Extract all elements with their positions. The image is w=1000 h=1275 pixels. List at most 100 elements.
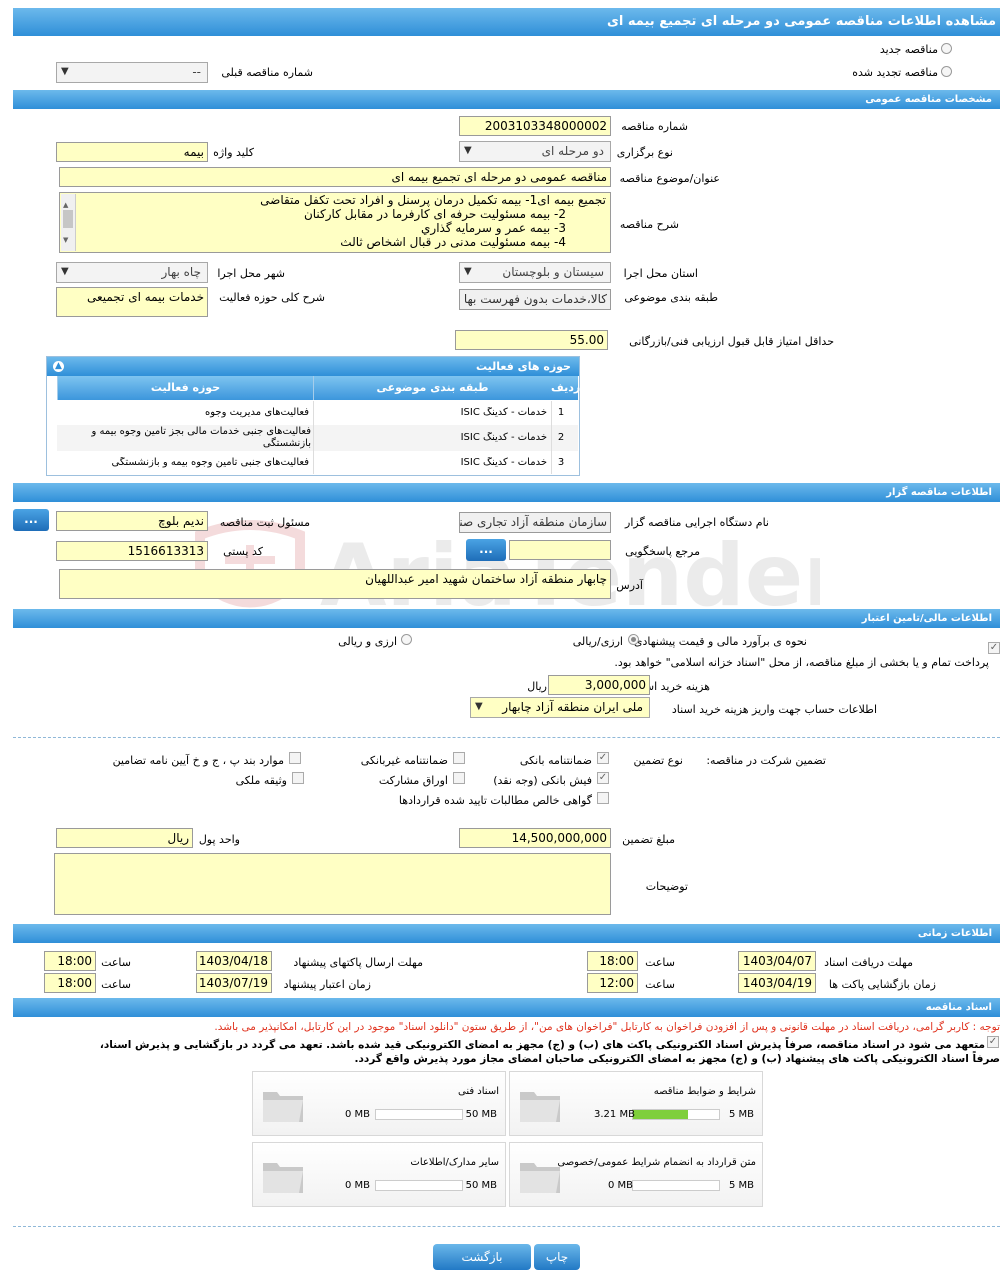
table-row[interactable]: فعالیت‌های جنبی خدمات مالی بجز تامین وجو… (57, 425, 578, 452)
regulation-items-checkbox[interactable] (289, 752, 301, 764)
ref-label: مرجع پاسخگویی (625, 545, 700, 558)
doc-tile-terms[interactable]: شرایط و ضوابط مناقصه 5 MB 3.21 MB (509, 1071, 763, 1136)
province-select[interactable]: سیستان و بلوچستان ▼ (459, 262, 611, 283)
description-scrollbar[interactable]: ▲ ▼ (61, 194, 76, 251)
ref-lookup-button[interactable]: ... (466, 539, 506, 561)
back-button[interactable]: بازگشت (433, 1244, 531, 1270)
new-tender-radio[interactable] (941, 43, 952, 54)
cell-field: فعالیت‌های مدیریت وجوه (205, 407, 309, 418)
scroll-thumb[interactable] (63, 210, 73, 228)
doc-tile-current: 0 MB (608, 1180, 634, 1191)
collapse-icon[interactable]: ▲ (53, 361, 64, 372)
doc-fee-unit: ریال (527, 680, 547, 693)
time-label: ساعت (645, 956, 675, 969)
doc-deadline-time[interactable]: 18:00 (587, 951, 638, 971)
rial-option-label: ارزی/ریالی (572, 635, 623, 648)
prev-tender-label: شماره مناقصه قبلی (221, 66, 313, 79)
rial-option-radio[interactable] (628, 634, 639, 645)
partnership-bonds-label: اوراق مشارکت (378, 774, 448, 787)
bank-guarantee-checkbox[interactable]: ✓ (597, 752, 609, 764)
cell-category: خدمات - کدینگ ISIC (460, 432, 547, 443)
submit-deadline-date[interactable]: 1403/04/18 (196, 951, 272, 971)
fx-option-radio[interactable] (401, 634, 412, 645)
doc-tile-progress-fill (633, 1110, 689, 1119)
registrar-label: مسئول ثبت مناقصه (219, 516, 310, 529)
description-textarea[interactable]: تجمیع بیمه ای1- بیمه تکمیل درمان پرسنل و… (59, 192, 611, 253)
amount-field[interactable]: 14,500,000,000 (459, 828, 611, 848)
validity-date[interactable]: 1403/07/19 (196, 973, 272, 993)
category-field[interactable]: کالا،خدمات بدون فهرست بها (459, 289, 611, 310)
doc-tile-technical[interactable]: اسناد فنی 50 MB 0 MB (252, 1071, 506, 1136)
chevron-down-icon: ▼ (464, 145, 472, 156)
partnership-bonds-checkbox[interactable] (453, 772, 465, 784)
chevron-down-icon: ▼ (475, 701, 483, 712)
divider (13, 1226, 1000, 1227)
account-select[interactable]: ملی ایران منطقه آزاد چابهار ▼ (470, 697, 650, 718)
opening-time[interactable]: 12:00 (587, 973, 638, 993)
doc-tile-max: 5 MB (728, 1180, 754, 1191)
subject-field[interactable]: مناقصه عمومی دو مرحله ای تجمیع بیمه ای (59, 167, 611, 187)
min-score-label: حداقل امتیاز قابل قبول ارزیابی فنی/بازرگ… (629, 335, 834, 348)
col-header-field[interactable]: حوزه فعالیت (57, 376, 313, 400)
scope-field[interactable]: خدمات بیمه ای تجمیعی (56, 287, 208, 317)
ref-field[interactable] (509, 540, 611, 560)
table-row[interactable]: فعالیت‌های جنبی تامین وجوه بیمه و بازنشس… (57, 451, 578, 474)
commit-checkbox[interactable]: ✓ (987, 1036, 999, 1048)
tender-no-field[interactable]: 2003103348000002 (459, 116, 611, 136)
organizer-section-header: اطلاعات مناقصه گزار (13, 483, 1000, 502)
property-collateral-checkbox[interactable] (292, 772, 304, 784)
notes-textarea[interactable] (54, 853, 611, 915)
description-line: 3- بیمه عمر و سرمایه گذاري (421, 221, 566, 235)
property-collateral-label: وثیقه ملکی (235, 774, 287, 787)
cash-receipt-label: فیش بانکی (وجه نقد) (493, 774, 592, 787)
currency-field[interactable]: ریال (56, 828, 193, 848)
min-score-field[interactable]: 55.00 (455, 330, 608, 350)
bank-guarantee-label: ضمانتنامه بانکی (519, 754, 592, 767)
cell-row: 1 (557, 407, 565, 418)
validity-label: زمان اعتبار پیشنهاد (283, 978, 371, 991)
address-field[interactable]: چابهار منطقه آزاد ساختمان شهید امیر عبدا… (59, 569, 611, 599)
scroll-down-icon: ▼ (63, 236, 69, 244)
net-claims-checkbox[interactable] (597, 792, 609, 804)
time-label: ساعت (645, 978, 675, 991)
fx-option-label: ارزی و ریالی (338, 635, 397, 648)
org-field[interactable]: سازمان منطقه آزاد تجاری صنعتی چابهار (459, 512, 611, 533)
cell-field: فعالیت‌های جنبی خدمات مالی بجز تامین وجو… (91, 426, 311, 449)
registrar-lookup-button[interactable]: ... (13, 509, 49, 531)
doc-tile-other[interactable]: سایر مدارک/اطلاعات 50 MB 0 MB (252, 1142, 506, 1207)
col-header-category[interactable]: طبقه بندی موضوعی (313, 376, 551, 400)
opening-date[interactable]: 1403/04/19 (738, 973, 816, 993)
prev-tender-select[interactable]: -- ▼ (56, 62, 208, 83)
print-button[interactable]: چاپ (534, 1244, 580, 1270)
doc-deadline-date[interactable]: 1403/04/07 (738, 951, 816, 971)
city-select[interactable]: چاه بهار ▼ (56, 262, 208, 283)
type-select[interactable]: دو مرحله ای ▼ (459, 141, 611, 162)
nonbank-guarantee-checkbox[interactable] (453, 752, 465, 764)
keyword-field[interactable]: بیمه (56, 142, 208, 162)
doc-fee-field[interactable]: 3,000,000 (548, 675, 650, 695)
doc-tile-max: 50 MB (465, 1109, 497, 1120)
renewed-tender-radio[interactable] (941, 66, 952, 77)
doc-tile-name: سایر مدارک/اطلاعات (410, 1157, 499, 1168)
description-line: تجمیع بیمه ای1- بیمه تکمیل درمان پرسنل و… (260, 193, 606, 207)
treasury-checkbox[interactable]: ✓ (988, 642, 1000, 654)
timing-section-header: اطلاعات زمانی (13, 924, 1000, 943)
doc-tile-name: شرایط و ضوابط مناقصه (653, 1086, 756, 1097)
cash-receipt-checkbox[interactable]: ✓ (597, 772, 609, 784)
participation-label: تضمین شرکت در مناقصه: (706, 754, 826, 767)
doc-tile-name: متن قرارداد به انضمام شرایط عمومی/خصوصی (557, 1157, 756, 1168)
doc-tile-contract[interactable]: متن قرارداد به انضمام شرایط عمومی/خصوصی … (509, 1142, 763, 1207)
postal-field[interactable]: 1516613313 (56, 541, 208, 561)
nonbank-guarantee-label: ضمانتنامه غیربانکی (360, 754, 448, 767)
doc-tile-current: 0 MB (345, 1109, 371, 1120)
validity-time[interactable]: 18:00 (44, 973, 96, 993)
download-notice: توجه : کاربر گرامی، دریافت اسناد در مهلت… (214, 1021, 1000, 1033)
activity-grid: حوزه های فعالیت ▲ حوزه فعالیت طبقه بندی … (46, 356, 580, 476)
doc-deadline-label: مهلت دریافت اسناد (824, 956, 913, 969)
col-header-row[interactable]: ردیف (551, 376, 580, 400)
regulation-items-label: موارد بند پ ، ج و خ آیین نامه تضامین (112, 754, 284, 767)
submit-deadline-time[interactable]: 18:00 (44, 951, 96, 971)
table-row[interactable]: فعالیت‌های مدیریت وجوه خدمات - کدینگ ISI… (57, 401, 578, 426)
description-label: شرح مناقصه (619, 218, 679, 231)
registrar-field[interactable]: ندیم بلوچ (56, 511, 208, 531)
